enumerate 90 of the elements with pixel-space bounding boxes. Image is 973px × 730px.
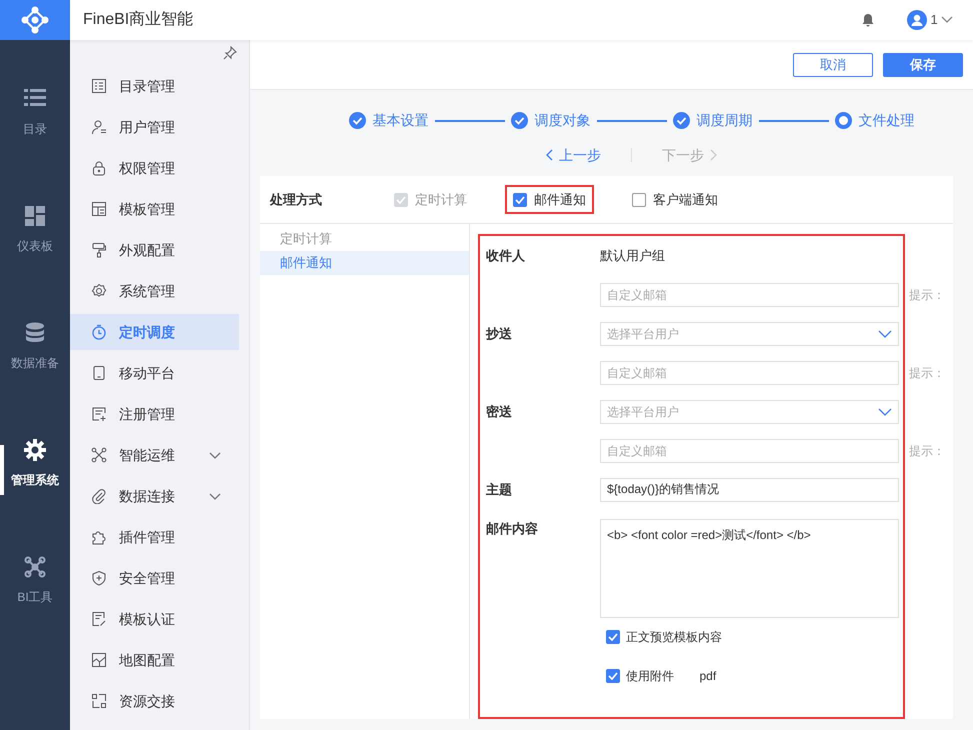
input-field[interactable]: 自定义邮箱 — [600, 282, 899, 306]
hint-text: 提示： — [908, 286, 945, 304]
check-circle-icon — [672, 112, 690, 129]
shield-icon — [91, 570, 107, 586]
input-field[interactable]: 自定义邮箱 — [600, 360, 899, 384]
checkbox[interactable] — [632, 192, 646, 206]
caret-icon[interactable] — [941, 16, 953, 24]
menu-item[interactable]: 系统管理 — [70, 273, 239, 309]
avatar-icon[interactable] — [907, 10, 928, 30]
squares-icon — [91, 693, 107, 709]
field-label: 收件人 — [486, 246, 526, 265]
menu-item[interactable]: 模板管理 — [70, 191, 239, 227]
menu-item[interactable]: 模板认证 — [70, 601, 239, 637]
phone-icon — [91, 365, 107, 381]
user-icon — [91, 119, 107, 135]
chevron-icon — [878, 408, 892, 416]
checkbox-label: 正文预览模板内容 — [626, 628, 722, 646]
menu-item[interactable]: 移动平台 — [70, 355, 239, 391]
step[interactable]: 调度周期 — [672, 110, 752, 131]
field-label: 抄送 — [486, 324, 513, 343]
attachment-format: pdf — [700, 668, 716, 684]
network-icon — [24, 556, 46, 578]
hint-text: 提示： — [908, 442, 945, 460]
menu-item[interactable]: 注册管理 — [70, 396, 239, 432]
network-icon — [91, 447, 107, 463]
checkbox[interactable] — [606, 668, 620, 682]
lock-icon — [91, 160, 107, 176]
puzzle-icon — [91, 529, 107, 545]
menu-item[interactable]: 安全管理 — [70, 560, 239, 596]
previous-button[interactable]: 上一步 — [515, 144, 631, 166]
pin-icon[interactable] — [223, 46, 237, 60]
hint-text: 提示： — [908, 364, 945, 382]
checkbox-label: 定时计算 — [415, 190, 467, 209]
checkbox[interactable] — [606, 630, 620, 644]
database-icon — [24, 322, 46, 344]
current-step-icon — [834, 112, 852, 129]
menu-item[interactable]: 用户管理 — [70, 109, 239, 145]
field-label: 密送 — [486, 402, 513, 421]
user-name[interactable]: 1 — [930, 10, 938, 30]
save-button[interactable]: 保存 — [883, 52, 963, 76]
menu-item[interactable]: 插件管理 — [70, 519, 239, 555]
check-circle-icon — [510, 112, 528, 129]
step[interactable]: 基本设置 — [348, 110, 428, 131]
form-icon — [91, 406, 107, 422]
checkbox-label: 使用附件 — [626, 668, 674, 684]
logo-icon — [21, 6, 49, 34]
menu-item[interactable]: 权限管理 — [70, 150, 239, 186]
checkbox-label: 客户端通知 — [653, 190, 718, 209]
dashboard-icon — [24, 204, 46, 226]
paperclip-icon — [91, 488, 107, 504]
input-field[interactable]: 自定义邮箱 — [600, 438, 899, 462]
layout-icon — [91, 201, 107, 217]
chevron-left-icon — [545, 149, 553, 161]
field-label: 主题 — [486, 480, 513, 499]
checkbox-label: 邮件通知 — [534, 190, 586, 209]
menu-item[interactable]: 目录管理 — [70, 68, 239, 104]
menu-item[interactable]: 智能运维 — [70, 437, 239, 473]
step[interactable]: 调度对象 — [510, 110, 590, 131]
check-circle-icon — [348, 112, 366, 129]
document-icon — [91, 611, 107, 627]
step-connector — [434, 120, 504, 122]
step-connector — [758, 120, 828, 122]
menu-item[interactable]: 地图配置 — [70, 642, 239, 678]
bell-icon[interactable] — [860, 13, 875, 27]
step[interactable]: 文件处理 — [834, 110, 914, 131]
step-connector — [596, 120, 666, 122]
rail-tab[interactable]: 数据准备 — [0, 288, 70, 405]
cancel-button[interactable]: 取消 — [793, 52, 873, 76]
chevron-right-icon — [710, 149, 718, 161]
gear-icon — [91, 283, 107, 299]
map-icon — [91, 652, 107, 668]
gear-icon — [24, 438, 46, 460]
rail-tab[interactable]: 目录 — [0, 54, 70, 171]
checkbox[interactable] — [513, 192, 527, 206]
rail-tab[interactable]: BI工具 — [0, 522, 70, 639]
timer-icon — [91, 324, 107, 340]
text-area[interactable]: <b> <font color =red>测试</font> </b> — [600, 519, 899, 618]
brush-icon — [91, 242, 107, 258]
list-icon — [91, 78, 107, 94]
input-field[interactable]: ${today()}的销售情况 — [600, 478, 899, 502]
rail-tab[interactable]: 管理系统 — [0, 405, 70, 522]
app-title: FineBI商业智能 — [83, 10, 194, 30]
field-label: 处理方式 — [270, 190, 323, 209]
rail-tab[interactable]: 仪表板 — [0, 171, 70, 288]
menu-item[interactable]: 数据连接 — [70, 478, 239, 514]
chevron-icon — [878, 330, 892, 338]
field-value: 默认用户组 — [600, 246, 665, 265]
menu-item[interactable]: 资源交接 — [70, 683, 239, 719]
menu-item[interactable]: 外观配置 — [70, 232, 239, 268]
field-label: 邮件内容 — [486, 520, 539, 538]
